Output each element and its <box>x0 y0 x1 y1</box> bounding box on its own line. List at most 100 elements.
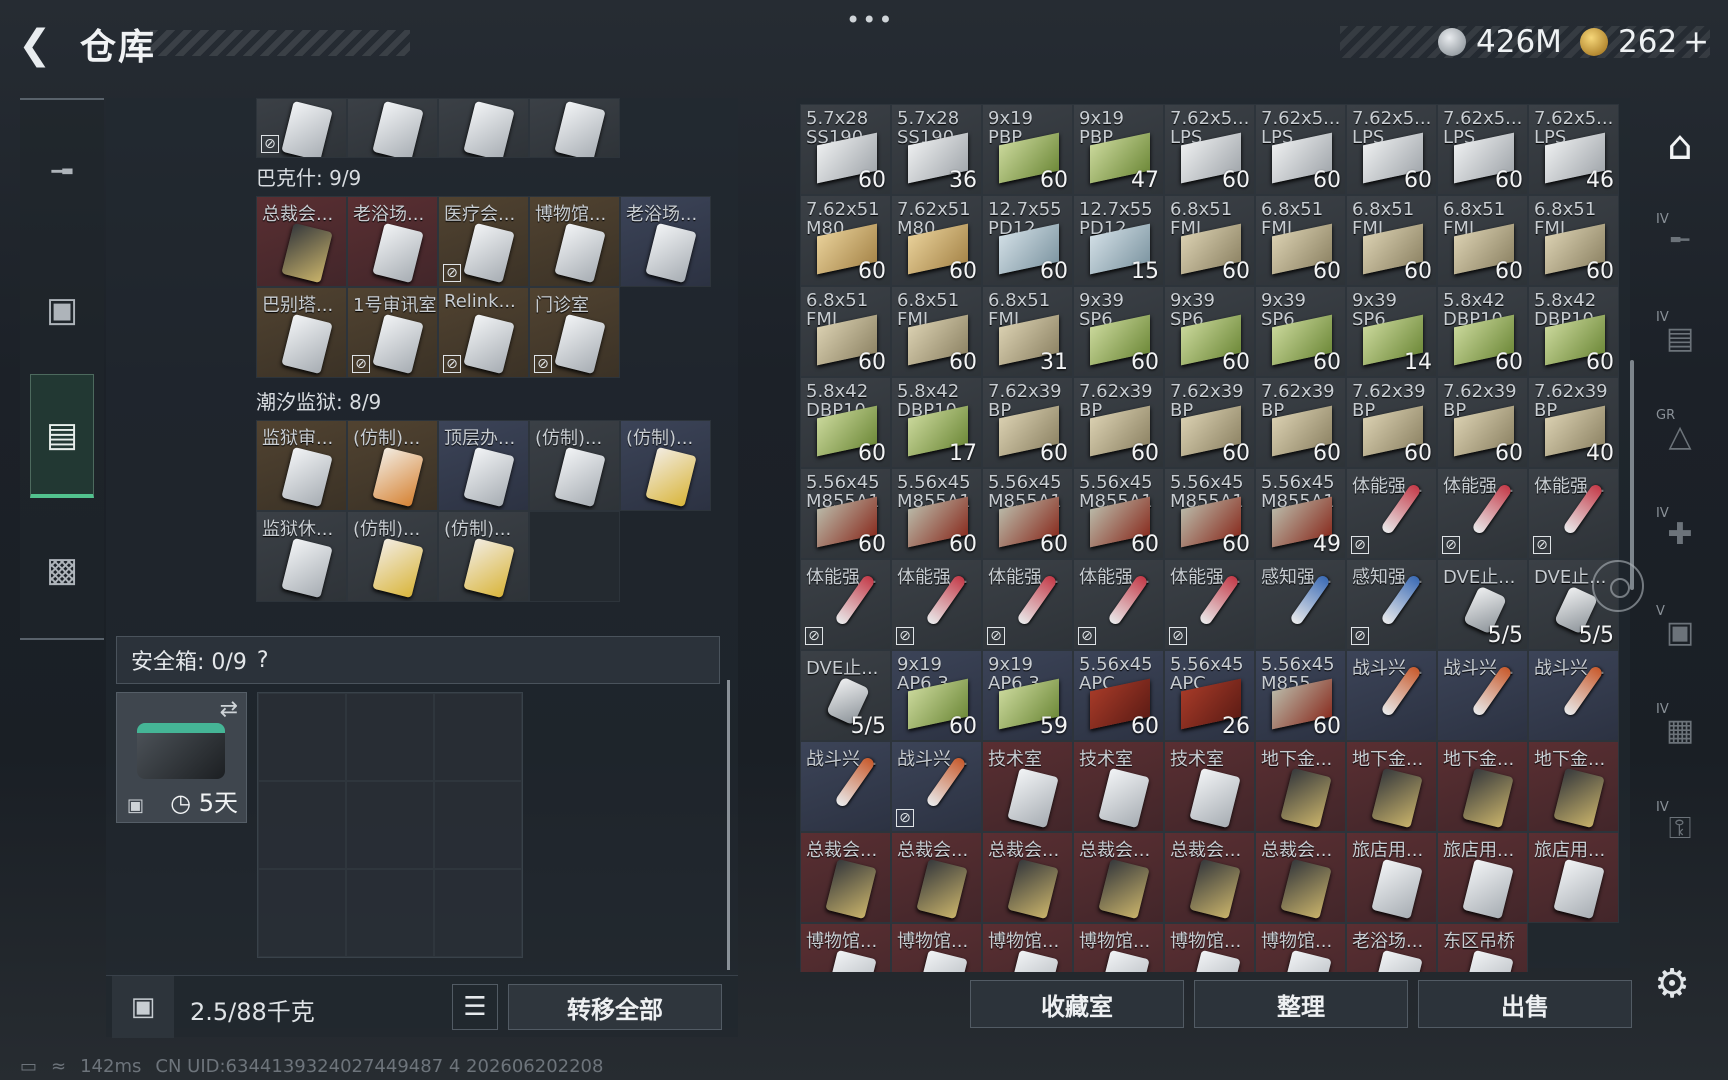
storage-slot[interactable]: 7.62x5... LPS 46 <box>1528 104 1619 195</box>
inventory-slot[interactable]: Relink... ⊘ <box>438 287 529 378</box>
storage-slot[interactable]: 7.62x39 BP 60 <box>1346 377 1437 468</box>
storage-slot[interactable]: 旅店用... <box>1528 832 1619 923</box>
gold-plus-button[interactable]: + <box>1683 24 1709 60</box>
safe-slot[interactable] <box>258 869 346 957</box>
storage-slot[interactable]: 7.62x51 M80 60 <box>891 195 982 286</box>
inventory-slot[interactable] <box>529 98 620 158</box>
storage-slot[interactable]: 5.56x45 M855A1 60 <box>891 468 982 559</box>
inventory-slot[interactable]: 监狱休... <box>256 511 347 602</box>
storage-slot[interactable]: 7.62x5... LPS 60 <box>1346 104 1437 195</box>
storage-slot[interactable]: 旅店用... <box>1346 832 1437 923</box>
storage-slot[interactable]: 7.62x39 BP 60 <box>1255 377 1346 468</box>
storage-slot[interactable]: 9x39 SP6 60 <box>1164 286 1255 377</box>
gold-currency[interactable]: 262 + <box>1580 20 1709 64</box>
storage-slot[interactable]: 战斗兴... <box>1346 650 1437 741</box>
storage-slot[interactable]: 7.62x39 BP 60 <box>1073 377 1164 468</box>
help-button[interactable]: ? <box>257 648 269 673</box>
storage-slot[interactable]: 战斗兴... ⊘ <box>891 741 982 832</box>
safe-slot[interactable] <box>258 693 346 781</box>
storage-slot[interactable]: 地下金... <box>1346 741 1437 832</box>
storage-slot[interactable]: 7.62x5... LPS 60 <box>1437 104 1528 195</box>
lock-button[interactable]: ▣ <box>112 976 174 1038</box>
safe-slot[interactable] <box>346 693 434 781</box>
storage-slot[interactable]: 7.62x39 BP 40 <box>1528 377 1619 468</box>
storage-slot[interactable]: DVE止... 5/5 <box>1437 559 1528 650</box>
right-nav-backpack[interactable]: GR △ <box>1648 404 1712 468</box>
storage-slot[interactable]: 5.56x45 M855 60 <box>1255 650 1346 741</box>
storage-slot[interactable]: 地下金... <box>1255 741 1346 832</box>
inventory-slot[interactable]: 巴别塔... <box>256 287 347 378</box>
storage-slot[interactable]: 7.62x51 M80 60 <box>800 195 891 286</box>
safe-slot[interactable] <box>434 693 522 781</box>
storage-slot[interactable]: 总裁会... <box>800 832 891 923</box>
storage-slot[interactable]: 博物馆... <box>1164 923 1255 972</box>
more-menu-button[interactable]: ••• <box>846 6 894 34</box>
storage-slot[interactable]: 体能强... ⊘ <box>1073 559 1164 650</box>
storage-slot[interactable]: 5.8x42 DBP10 60 <box>1437 286 1528 377</box>
storage-slot[interactable]: 5.56x45 M855A1 60 <box>1164 468 1255 559</box>
storage-slot[interactable]: 总裁会... <box>891 832 982 923</box>
storage-slot[interactable]: 5.8x42 DBP10 17 <box>891 377 982 468</box>
storage-slot[interactable]: 7.62x39 BP 60 <box>1164 377 1255 468</box>
storage-slot[interactable]: 5.56x45 M855A1 60 <box>800 468 891 559</box>
sort-button[interactable]: 整理 <box>1194 980 1408 1028</box>
safe-slot[interactable] <box>434 869 522 957</box>
storage-slot[interactable]: 5.56x45 M855A1 60 <box>982 468 1073 559</box>
storage-slot[interactable]: 博物馆... <box>1073 923 1164 972</box>
inventory-slot[interactable]: (仿制)... <box>529 420 620 511</box>
nav-weapon[interactable]: ╼ <box>30 112 94 232</box>
storage-slot[interactable]: 7.62x39 BP 60 <box>982 377 1073 468</box>
safe-slot[interactable] <box>434 781 522 869</box>
storage-slot[interactable]: 5.56x45 M855A1 49 <box>1255 468 1346 559</box>
settings-button[interactable]: ⚙ <box>1648 960 1696 1008</box>
inventory-slot[interactable]: 医疗会... ⊘ <box>438 196 529 287</box>
collection-room-button[interactable]: 收藏室 <box>970 980 1184 1028</box>
safe-slot[interactable] <box>346 781 434 869</box>
storage-slot[interactable]: 体能强... ⊘ <box>1164 559 1255 650</box>
storage-slot[interactable]: 12.7x55 PD12 15 <box>1073 195 1164 286</box>
storage-slot[interactable]: 总裁会... <box>1073 832 1164 923</box>
scroll-indicator[interactable] <box>727 680 730 970</box>
storage-slot[interactable]: 地下金... <box>1437 741 1528 832</box>
storage-slot[interactable]: 7.62x5... LPS 60 <box>1164 104 1255 195</box>
storage-slot[interactable]: 6.8x51 FMJ 60 <box>800 286 891 377</box>
inventory-slot[interactable] <box>347 98 438 158</box>
storage-slot[interactable]: 体能强... ⊘ <box>800 559 891 650</box>
storage-slot[interactable]: 感知强... ⊘ <box>1346 559 1437 650</box>
storage-slot[interactable]: 6.8x51 FMJ 31 <box>982 286 1073 377</box>
storage-slot[interactable]: 9x19 AP6.3 60 <box>891 650 982 741</box>
storage-slot[interactable]: 5.56x45 APC 60 <box>1073 650 1164 741</box>
storage-slot[interactable]: 6.8x51 FMJ 60 <box>1528 195 1619 286</box>
storage-slot[interactable]: 9x39 SP6 14 <box>1346 286 1437 377</box>
storage-slot[interactable]: 体能强... ⊘ <box>1528 468 1619 559</box>
right-nav-key[interactable]: IV ⚿ <box>1648 796 1712 860</box>
storage-slot[interactable]: 6.8x51 FMJ 60 <box>1437 195 1528 286</box>
storage-slot[interactable]: 9x39 SP6 60 <box>1255 286 1346 377</box>
storage-slot[interactable]: 5.56x45 APC 26 <box>1164 650 1255 741</box>
storage-slot[interactable]: 战斗兴... <box>800 741 891 832</box>
inventory-slot[interactable]: 监狱审... <box>256 420 347 511</box>
storage-slot[interactable]: 东区吊桥 <box>1437 923 1528 972</box>
storage-slot[interactable]: 总裁会... <box>1255 832 1346 923</box>
inventory-slot[interactable]: (仿制)... <box>347 420 438 511</box>
nav-inventory[interactable]: ▤ <box>30 374 94 498</box>
inventory-slot[interactable]: 1号审讯室 ⊘ <box>347 287 438 378</box>
storage-slot[interactable]: 体能强... ⊘ <box>1346 468 1437 559</box>
storage-slot[interactable]: 战斗兴... <box>1437 650 1528 741</box>
storage-slot[interactable]: 战斗兴... <box>1528 650 1619 741</box>
storage-slot[interactable]: 9x19 AP6.3 59 <box>982 650 1073 741</box>
nav-case[interactable]: ▩ <box>30 510 94 630</box>
right-nav-rifle[interactable]: IV ╾ <box>1648 208 1712 272</box>
storage-slot[interactable]: 博物馆... <box>800 923 891 972</box>
inventory-slot[interactable]: (仿制)... <box>620 420 711 511</box>
inventory-slot[interactable]: 门诊室 ⊘ <box>529 287 620 378</box>
nav-gear[interactable]: ▣ <box>30 250 94 370</box>
storage-slot[interactable]: 5.7x28 SS190 60 <box>800 104 891 195</box>
inventory-slot[interactable]: 总裁会... <box>256 196 347 287</box>
inventory-slot[interactable] <box>529 511 620 602</box>
storage-slot[interactable]: 总裁会... <box>1164 832 1255 923</box>
storage-slot[interactable]: 5.56x45 M855A1 60 <box>1073 468 1164 559</box>
storage-slot[interactable]: 9x19 PBP 47 <box>1073 104 1164 195</box>
storage-slot[interactable]: 技术室 <box>1073 741 1164 832</box>
chevron-left-icon[interactable]: ❮ <box>18 22 52 68</box>
